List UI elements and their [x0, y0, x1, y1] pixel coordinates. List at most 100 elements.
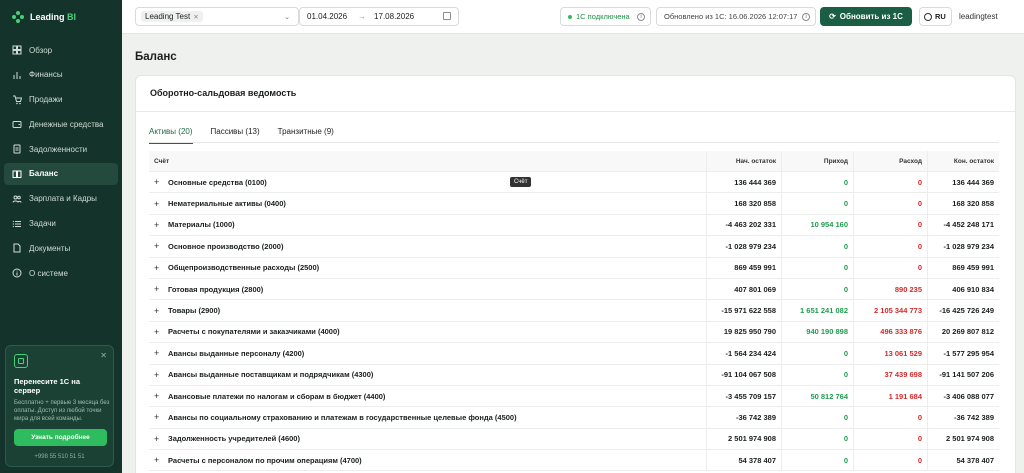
learn-more-button[interactable]: Узнать подробнее [14, 429, 107, 446]
end-balance-cell: 869 459 991 [927, 257, 999, 278]
end-balance-cell: 2 501 974 908 [927, 428, 999, 450]
table-row[interactable]: + Расчеты с персоналом по прочим операция… [149, 450, 999, 472]
sidebar-item-8[interactable]: Документы [4, 237, 118, 259]
info-icon[interactable]: i [637, 13, 645, 21]
expense-cell: 2 105 344 773 [853, 300, 927, 321]
chip-remove-icon[interactable]: ✕ [193, 13, 198, 21]
expense-cell: 1 191 684 [853, 385, 927, 407]
expand-plus-icon[interactable]: + [154, 455, 160, 465]
account-name: Материалы (1000) [168, 220, 235, 230]
income-cell: 0 [781, 407, 853, 428]
sidebar-nav: Обзор Финансы Продажи Денежные средства Задо… [0, 34, 122, 292]
promo-text: Бесплатно + первые 3 месяца без оплаты. … [14, 400, 110, 422]
info-icon[interactable]: i [802, 13, 810, 21]
account-name: Основное производство (2000) [168, 241, 284, 251]
account-name: Авансы выданные персоналу (4200) [168, 348, 305, 358]
expand-plus-icon[interactable]: + [154, 348, 160, 358]
sidebar-item-3[interactable]: Денежные средства [4, 113, 118, 135]
company-select[interactable]: Leading Test ✕ ⌄ [135, 7, 299, 26]
expand-plus-icon[interactable]: + [154, 412, 160, 422]
sidebar-item-0[interactable]: Обзор [4, 39, 118, 61]
company-chip: Leading Test ✕ [141, 11, 203, 22]
expense-cell: 37 439 698 [853, 364, 927, 385]
sidebar-item-7[interactable]: Задачи [4, 213, 118, 235]
divider [136, 111, 1015, 112]
income-cell: 0 [781, 193, 853, 214]
expense-cell: 13 061 529 [853, 343, 927, 364]
income-cell: 50 812 764 [781, 385, 853, 407]
start-balance-cell: 168 320 858 [706, 193, 781, 214]
sidebar-item-label: Продажи [29, 95, 63, 105]
start-balance-cell: -15 971 622 558 [706, 300, 781, 321]
table-row[interactable]: + Нематериальные активы (0400) 168 320 858… [149, 193, 999, 215]
date-range-picker[interactable]: 01.04.2026 → 17.08.2026 [299, 7, 459, 26]
column-header-income[interactable]: Приход [781, 151, 853, 171]
date-from: 01.04.2026 [307, 12, 348, 21]
table-row[interactable]: + Материалы (1000) -4 463 202 331 10 954 16… [149, 214, 999, 237]
sidebar-item-2[interactable]: Продажи [4, 89, 118, 111]
sidebar-item-label: О системе [29, 268, 68, 278]
table-row[interactable]: + Авансы выданные поставщикам и подрядчик… [149, 364, 999, 386]
refresh-from-1c-button[interactable]: ⟳ Обновить из 1С [820, 7, 912, 26]
expense-cell: 0 [853, 257, 927, 278]
close-icon[interactable]: ✕ [100, 351, 107, 360]
tooltip: Счёт [510, 177, 532, 187]
sidebar-item-4[interactable]: Задолженности [4, 138, 118, 160]
end-balance-cell: -91 141 507 206 [927, 364, 999, 385]
expand-plus-icon[interactable]: + [154, 177, 160, 187]
start-balance-cell: 407 801 069 [706, 278, 781, 300]
end-balance-cell: -1 577 295 954 [927, 343, 999, 364]
calendar-icon [443, 12, 451, 20]
expand-plus-icon[interactable]: + [154, 391, 160, 401]
arrow-right-icon: → [358, 12, 367, 21]
table-row[interactable]: + Общепроизводственные расходы (2500) 869 … [149, 257, 999, 279]
expand-plus-icon[interactable]: + [154, 370, 160, 380]
topbar: Leading Test ✕ ⌄ 01.04.2026 → 17.08.2026 … [122, 0, 1024, 34]
expand-plus-icon[interactable]: + [154, 220, 160, 230]
account-name: Авансовые платежи по налогам и сборам в … [168, 391, 386, 401]
expand-plus-icon[interactable]: + [154, 327, 160, 337]
user-name[interactable]: leadingtest [959, 12, 998, 21]
account-cell: + Основные средства (0100) [149, 177, 706, 187]
table-row[interactable]: + Основные средства (0100) 136 444 369 0 0 13… [149, 172, 999, 194]
logo[interactable]: Leading BI [0, 0, 122, 34]
expand-plus-icon[interactable]: + [154, 241, 160, 251]
column-header-expense[interactable]: Расход [853, 151, 927, 171]
expand-plus-icon[interactable]: + [154, 306, 160, 316]
table-row[interactable]: + Авансы по социальному страхованию и пла… [149, 407, 999, 429]
table-row[interactable]: + Готовая продукция (2800) 407 801 069 0 890… [149, 278, 999, 301]
expand-plus-icon[interactable]: + [154, 199, 160, 209]
account-cell: + Материалы (1000) [149, 220, 706, 230]
income-cell: 1 651 241 082 [781, 300, 853, 321]
expand-plus-icon[interactable]: + [154, 263, 160, 273]
column-header-account[interactable]: Счёт [149, 158, 706, 165]
bar-chart-icon [12, 70, 22, 80]
language-label: RU [935, 12, 946, 21]
table-row[interactable]: + Задолженность учредителей (4600) 2 501 9… [149, 428, 999, 451]
sidebar-item-1[interactable]: Финансы [4, 64, 118, 86]
start-balance-cell: 136 444 369 [706, 172, 781, 193]
end-balance-cell: -4 452 248 171 [927, 214, 999, 236]
column-header-end[interactable]: Кон. остаток [927, 151, 999, 171]
sidebar-item-6[interactable]: Зарплата и Кадры [4, 188, 118, 210]
account-cell: + Готовая продукция (2800) [149, 284, 706, 294]
table-row[interactable]: + Основное производство (2000) -1 028 979 … [149, 236, 999, 258]
table-row[interactable]: + Авансовые платежи по налогам и сборам в… [149, 385, 999, 408]
refresh-label: Обновить из 1С [839, 12, 903, 21]
sidebar-item-9[interactable]: О системе [4, 262, 118, 284]
sidebar-item-5[interactable]: Баланс [4, 162, 118, 185]
table-body: + Основные средства (0100) 136 444 369 0 0 13… [149, 172, 999, 472]
start-balance-cell: -36 742 389 [706, 407, 781, 428]
expand-plus-icon[interactable]: + [154, 434, 160, 444]
expand-plus-icon[interactable]: + [154, 284, 160, 294]
start-balance-cell: -3 455 709 157 [706, 385, 781, 407]
column-header-start[interactable]: Нач. остаток [706, 151, 781, 171]
server-icon [14, 354, 28, 368]
divider [149, 142, 999, 143]
table-row[interactable]: + Авансы выданные персоналу (4200) -1 564 … [149, 343, 999, 365]
language-switch[interactable]: RU [919, 7, 952, 26]
table-row[interactable]: + Расчеты с покупателями и заказчиками (4… [149, 321, 999, 344]
expense-cell: 890 235 [853, 278, 927, 300]
table-row[interactable]: + Товары (2900) -15 971 622 558 1 651 241 0… [149, 300, 999, 322]
account-cell: + Авансы по социальному страхованию и пла… [149, 412, 706, 422]
